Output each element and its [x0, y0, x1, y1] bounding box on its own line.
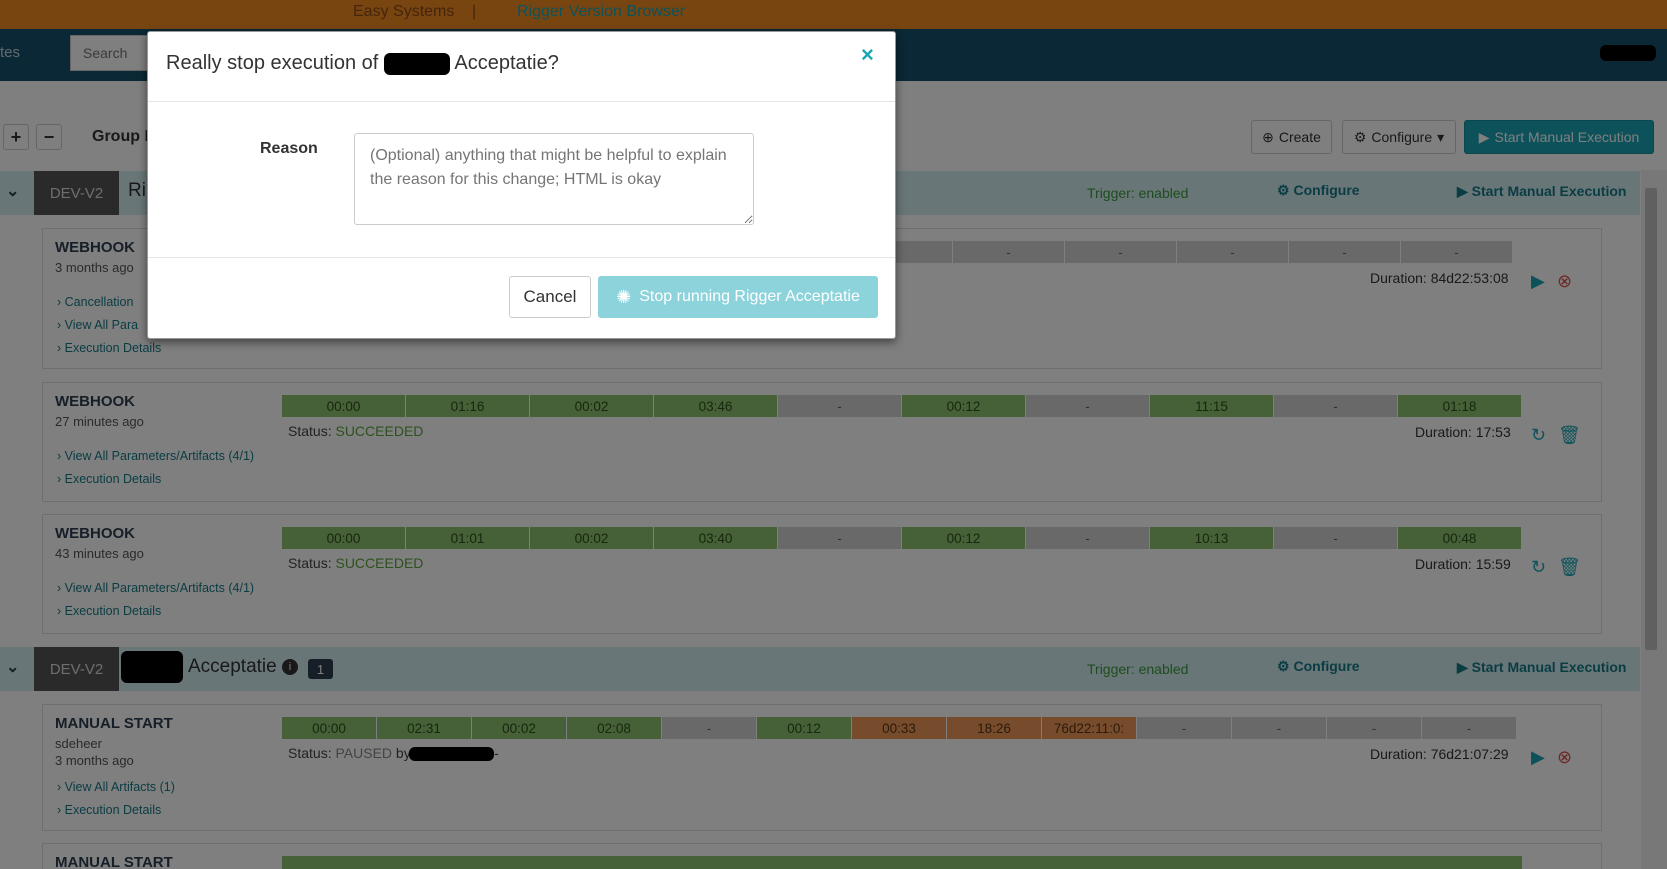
- reason-label: Reason: [260, 140, 318, 157]
- spinner-icon: ✺: [616, 286, 632, 307]
- stop-running-button[interactable]: ✺ Stop running Rigger Acceptatie: [598, 276, 878, 318]
- stop-execution-dialog: Really stop execution of Acceptatie? × R…: [147, 31, 896, 339]
- close-icon[interactable]: ×: [861, 42, 874, 68]
- modal-title: Really stop execution of Acceptatie?: [166, 52, 559, 75]
- redacted-name: [383, 52, 450, 75]
- modal-footer: Cancel ✺ Stop running Rigger Acceptatie: [148, 257, 895, 339]
- modal-header: Really stop execution of Acceptatie? ×: [148, 32, 895, 102]
- reason-textarea[interactable]: [354, 133, 754, 225]
- cancel-button[interactable]: Cancel: [509, 276, 591, 318]
